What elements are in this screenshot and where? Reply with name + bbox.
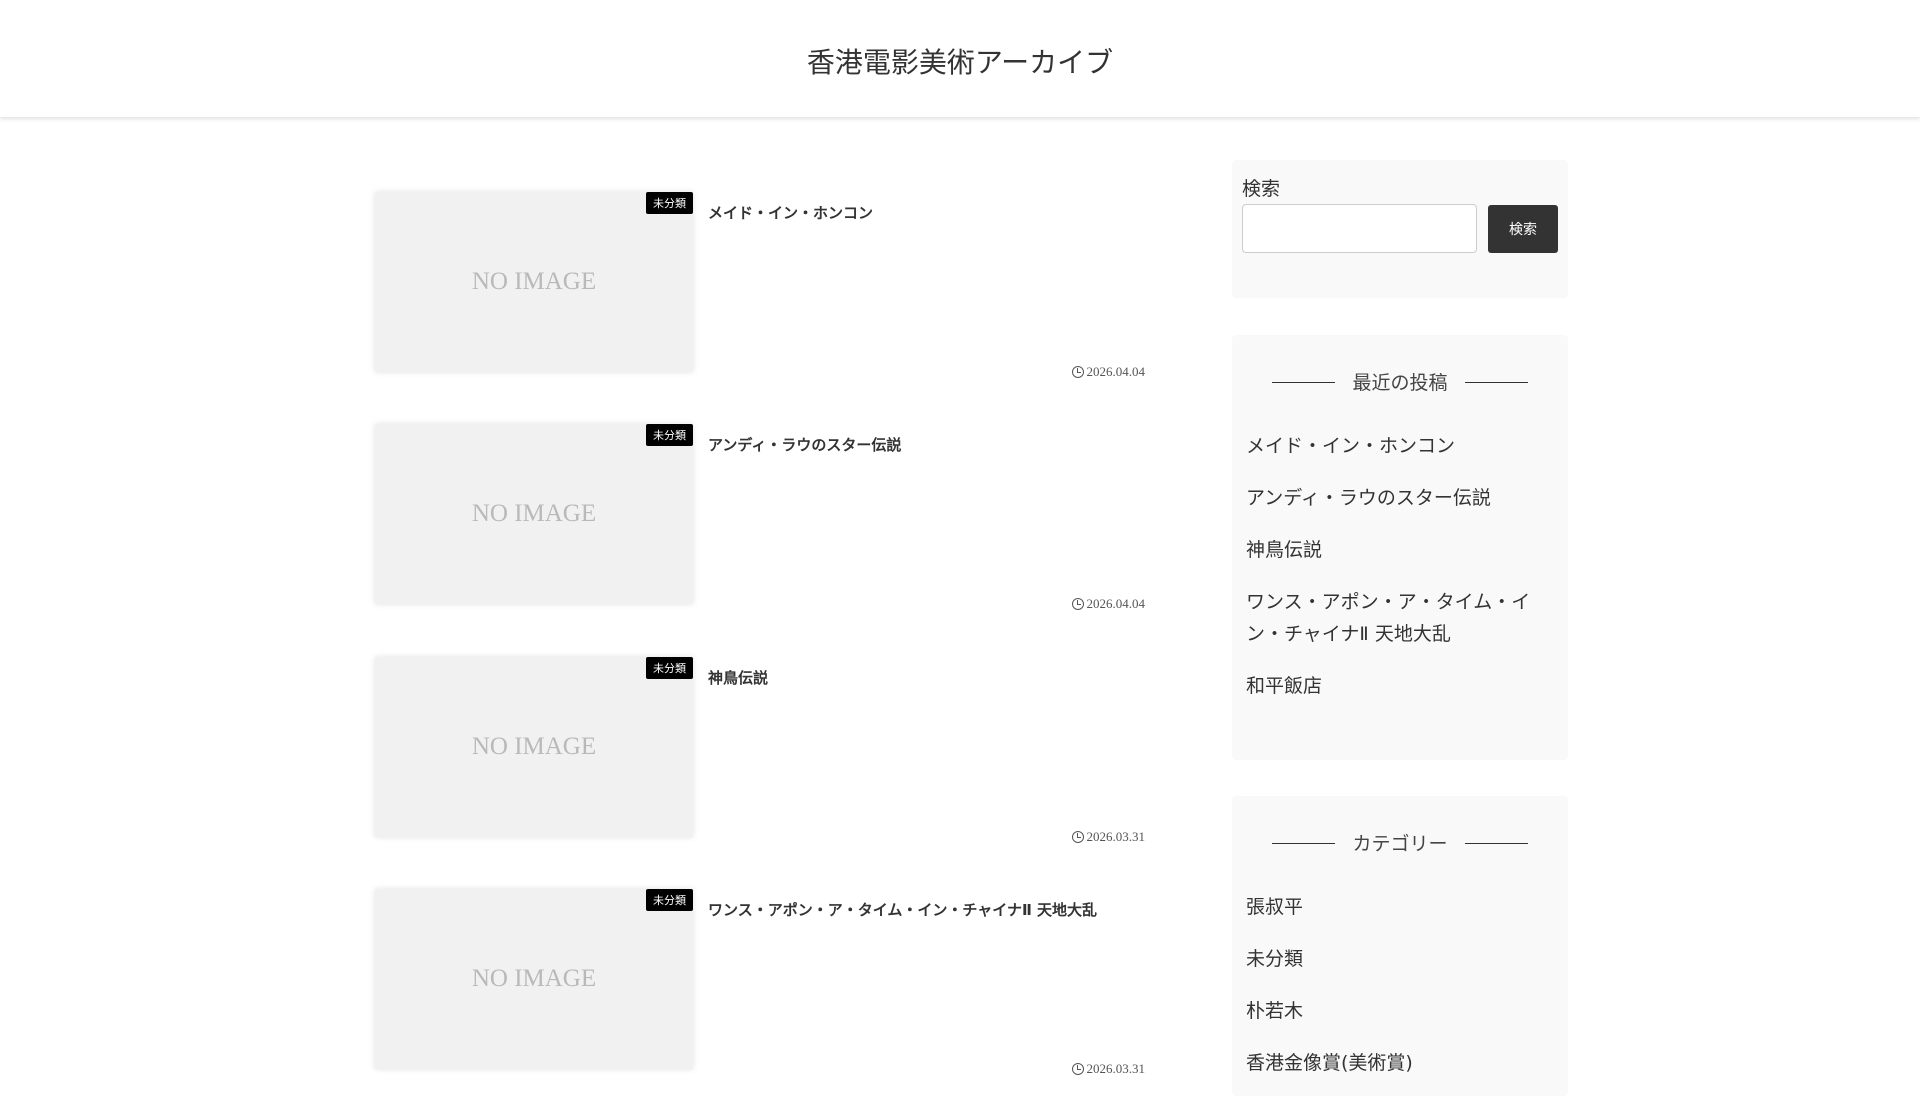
post-thumbnail[interactable]: NO IMAGE 未分類	[375, 192, 693, 372]
category-badge: 未分類	[646, 192, 693, 214]
post-title[interactable]: メイド・イン・ホンコン	[708, 202, 873, 223]
search-input[interactable]	[1242, 204, 1477, 253]
post-title[interactable]: アンディ・ラウのスター伝説	[708, 434, 901, 455]
date-text: 2026.03.31	[1086, 1061, 1146, 1076]
post-thumbnail[interactable]: NO IMAGE 未分類	[375, 889, 693, 1069]
category-link[interactable]: 朴若木	[1246, 995, 1538, 1027]
post-date: 2026.03.31	[1071, 829, 1146, 845]
post-title[interactable]: 神鳥伝説	[708, 667, 768, 688]
recent-post-link[interactable]: 和平飯店	[1246, 670, 1538, 702]
no-image-text: NO IMAGE	[471, 268, 597, 295]
post-card[interactable]: NO IMAGE 未分類 神鳥伝説 2026.03.31	[375, 657, 1146, 845]
clock-icon	[1071, 366, 1084, 378]
clock-icon	[1071, 831, 1084, 843]
clock-icon	[1071, 1063, 1084, 1075]
search-button[interactable]: 検索	[1488, 205, 1558, 253]
no-image-text: NO IMAGE	[471, 500, 597, 527]
no-image-text: NO IMAGE	[471, 733, 597, 760]
recent-posts-title: 最近の投稿	[1232, 368, 1568, 395]
search-label: 検索	[1242, 178, 1281, 200]
category-link[interactable]: 未分類	[1246, 943, 1538, 975]
post-title[interactable]: ワンス・アポン・ア・タイム・イン・チャイナⅡ 天地大乱	[708, 899, 1097, 920]
site-header: 香港電影美術アーカイブ	[0, 0, 1920, 117]
recent-posts-list: メイド・イン・ホンコン アンディ・ラウのスター伝説 神鳥伝説 ワンス・アポン・ア…	[1246, 430, 1538, 722]
search-widget: 検索 検索	[1232, 160, 1568, 298]
categories-widget: カテゴリー 張叔平 未分類 朴若木 香港金像賞(美術賞)	[1232, 796, 1568, 1096]
post-thumbnail[interactable]: NO IMAGE 未分類	[375, 424, 693, 604]
date-text: 2026.03.31	[1086, 829, 1146, 844]
categories-list: 張叔平 未分類 朴若木 香港金像賞(美術賞)	[1246, 891, 1538, 1099]
post-date: 2026.03.31	[1071, 1061, 1146, 1077]
category-link[interactable]: 香港金像賞(美術賞)	[1246, 1047, 1538, 1079]
clock-icon	[1071, 598, 1084, 610]
recent-post-link[interactable]: ワンス・アポン・ア・タイム・イン・チャイナⅡ 天地大乱	[1246, 586, 1538, 650]
category-badge: 未分類	[646, 657, 693, 679]
no-image-text: NO IMAGE	[471, 965, 597, 992]
recent-post-link[interactable]: 神鳥伝説	[1246, 534, 1538, 566]
post-date: 2026.04.04	[1071, 364, 1146, 380]
recent-post-link[interactable]: メイド・イン・ホンコン	[1246, 430, 1538, 462]
recent-posts-widget: 最近の投稿 メイド・イン・ホンコン アンディ・ラウのスター伝説 神鳥伝説 ワンス…	[1232, 335, 1568, 760]
post-date: 2026.04.04	[1071, 596, 1146, 612]
category-badge: 未分類	[646, 889, 693, 911]
date-text: 2026.04.04	[1086, 596, 1146, 611]
date-text: 2026.04.04	[1086, 364, 1146, 379]
post-card[interactable]: NO IMAGE 未分類 ワンス・アポン・ア・タイム・イン・チャイナⅡ 天地大乱 …	[375, 889, 1146, 1077]
category-badge: 未分類	[646, 424, 693, 446]
site-title[interactable]: 香港電影美術アーカイブ	[807, 41, 1113, 81]
post-card[interactable]: NO IMAGE 未分類 メイド・イン・ホンコン 2026.04.04	[375, 192, 1146, 380]
post-thumbnail[interactable]: NO IMAGE 未分類	[375, 657, 693, 837]
category-link[interactable]: 張叔平	[1246, 891, 1538, 923]
recent-post-link[interactable]: アンディ・ラウのスター伝説	[1246, 482, 1538, 514]
post-card[interactable]: NO IMAGE 未分類 アンディ・ラウのスター伝説 2026.04.04	[375, 424, 1146, 612]
categories-title: カテゴリー	[1232, 829, 1568, 856]
